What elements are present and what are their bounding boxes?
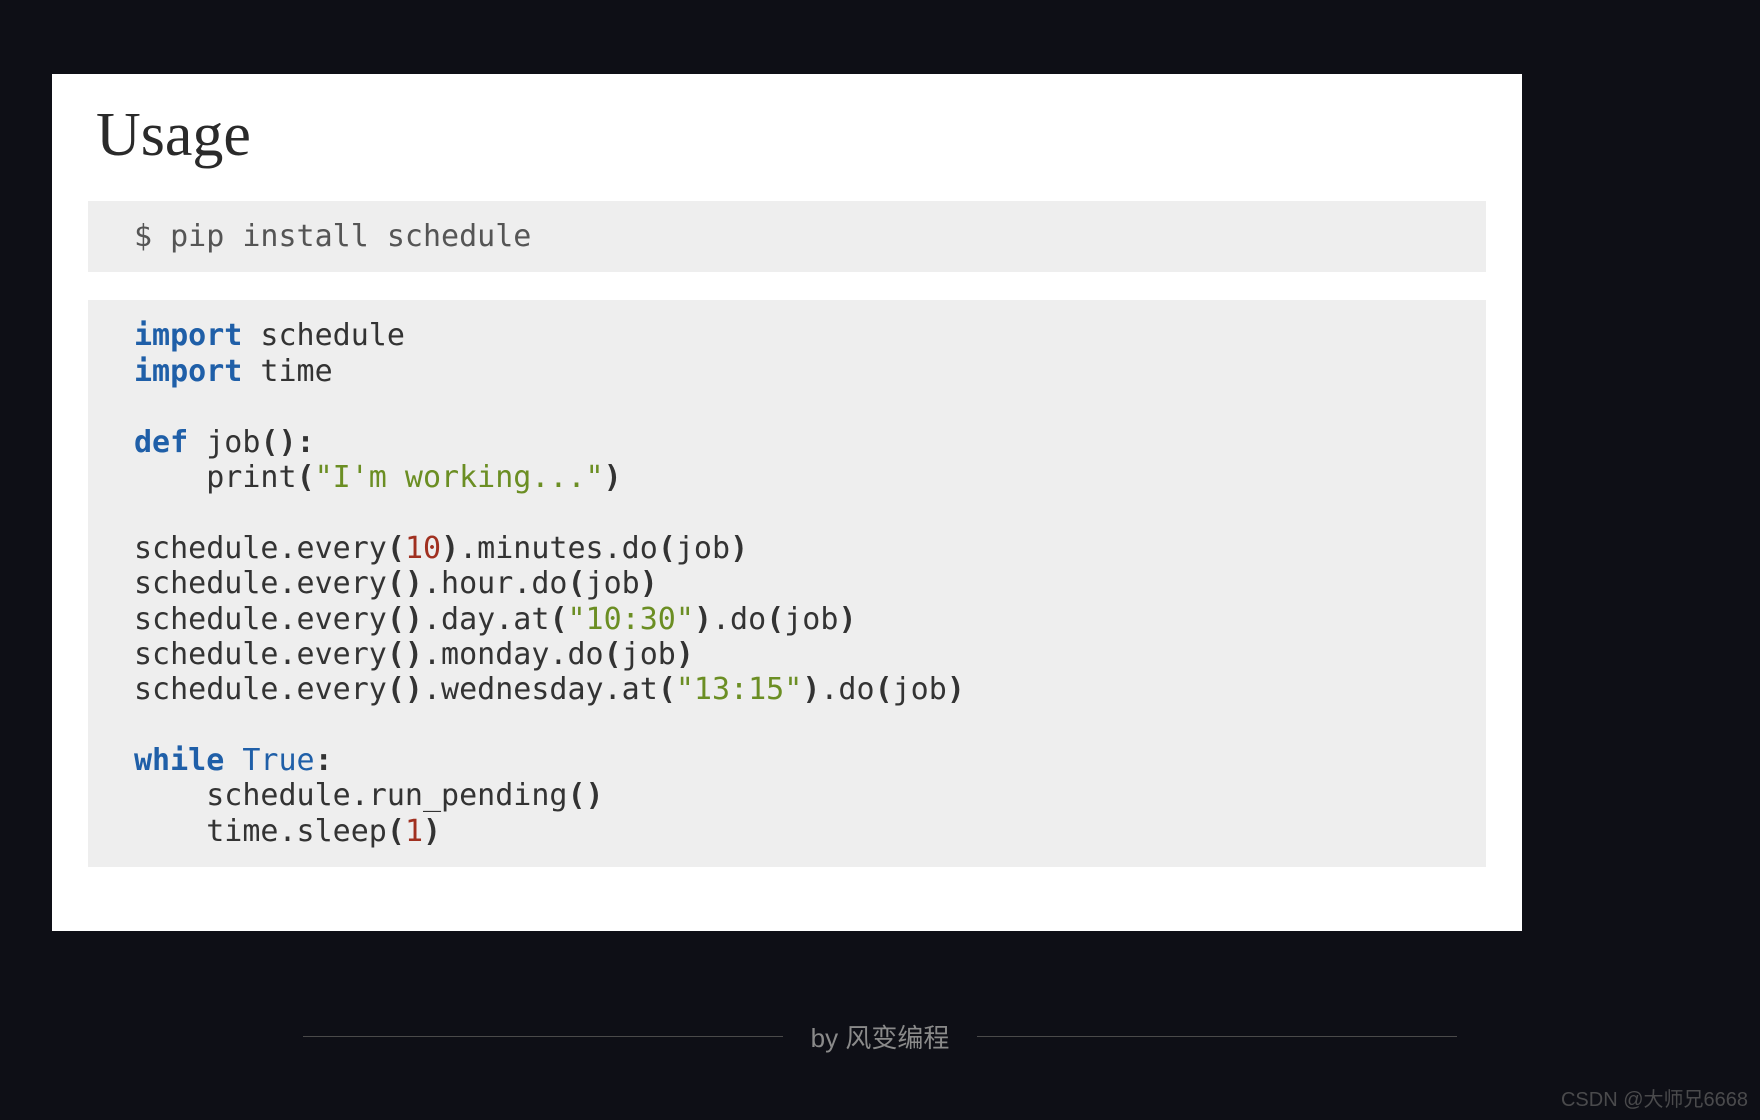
string-literal: "I'm working..."	[315, 460, 604, 495]
code-punc: )	[694, 602, 712, 637]
code-punc: ()	[567, 778, 603, 813]
code-punc: ():	[260, 425, 314, 460]
shell-command: $ pip install schedule	[134, 219, 531, 254]
code-punc: )	[802, 672, 820, 707]
code-text: time	[242, 354, 332, 389]
code-punc: (	[387, 531, 405, 566]
code-text: schedule.run_pending	[206, 778, 567, 813]
keyword-import: import	[134, 318, 242, 353]
code-punc: )	[730, 531, 748, 566]
python-code-block[interactable]: import schedule import time def job(): p…	[88, 300, 1486, 867]
code-text: schedule.every	[134, 637, 387, 672]
code-text: job	[188, 425, 260, 460]
code-punc: (	[604, 637, 622, 672]
code-punc: (	[766, 602, 784, 637]
divider-line	[303, 1036, 783, 1037]
code-punc: )	[838, 602, 856, 637]
footer: by 风变编程	[0, 1018, 1760, 1055]
code-punc: (	[297, 460, 315, 495]
shell-command-block[interactable]: $ pip install schedule	[88, 201, 1486, 272]
code-text: .wednesday.at	[423, 672, 658, 707]
indent	[134, 814, 206, 849]
code-punc: (	[658, 531, 676, 566]
code-text: job	[586, 566, 640, 601]
code-text: schedule.every	[134, 672, 387, 707]
string-literal: "13:15"	[676, 672, 802, 707]
keyword-while: while	[134, 743, 224, 778]
code-punc: (	[875, 672, 893, 707]
number-literal: 1	[405, 814, 423, 849]
section-heading: Usage	[96, 100, 1492, 171]
code-text: .hour.do	[423, 566, 568, 601]
code-punc: )	[441, 531, 459, 566]
watermark: CSDN @大师兄6668	[1561, 1083, 1748, 1112]
code-punc: (	[387, 814, 405, 849]
code-punc: (	[658, 672, 676, 707]
code-punc: ()	[387, 566, 423, 601]
code-text: schedule.every	[134, 566, 387, 601]
code-text: schedule.every	[134, 602, 387, 637]
code-punc: )	[604, 460, 622, 495]
code-punc: ()	[387, 637, 423, 672]
code-text: schedule.every	[134, 531, 387, 566]
code-text: .monday.do	[423, 637, 604, 672]
string-literal: "10:30"	[568, 602, 694, 637]
keyword-import: import	[134, 354, 242, 389]
code-text: job	[622, 637, 676, 672]
code-text: job	[676, 531, 730, 566]
code-text: time.sleep	[206, 814, 387, 849]
code-text: .minutes.do	[459, 531, 658, 566]
code-punc: )	[947, 672, 965, 707]
code-punc: )	[423, 814, 441, 849]
code-punc: ()	[387, 602, 423, 637]
keyword-def: def	[134, 425, 188, 460]
code-punc: (	[549, 602, 567, 637]
space	[224, 743, 242, 778]
code-punc: ()	[387, 672, 423, 707]
code-punc: (	[568, 566, 586, 601]
code-punc: )	[640, 566, 658, 601]
indent	[134, 778, 206, 813]
builtin-true: True	[242, 743, 314, 778]
code-text: .do	[712, 602, 766, 637]
footer-text: by 风变编程	[811, 1018, 950, 1055]
code-text: job	[784, 602, 838, 637]
code-text: schedule	[242, 318, 405, 353]
number-literal: 10	[405, 531, 441, 566]
code-text: job	[893, 672, 947, 707]
code-text: print	[206, 460, 296, 495]
code-punc: )	[676, 637, 694, 672]
indent	[134, 460, 206, 495]
doc-card: Usage $ pip install schedule import sche…	[52, 74, 1522, 931]
code-punc: :	[315, 743, 333, 778]
divider-line	[977, 1036, 1457, 1037]
code-text: .do	[820, 672, 874, 707]
code-text: .day.at	[423, 602, 549, 637]
